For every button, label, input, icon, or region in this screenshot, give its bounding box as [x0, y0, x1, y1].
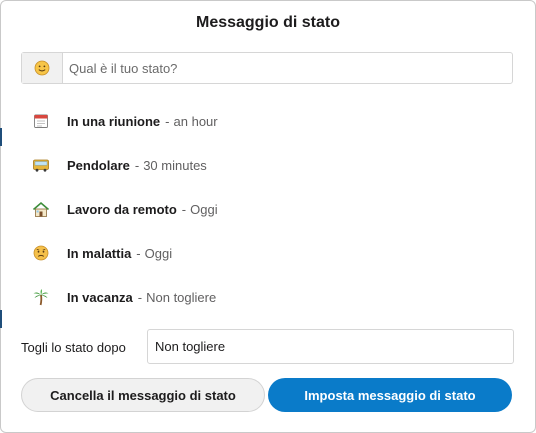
preset-name: Lavoro da remoto — [67, 201, 177, 217]
preset-duration: Oggi — [190, 201, 218, 217]
preset-name: In vacanza — [67, 289, 133, 305]
sick-face-icon — [30, 242, 52, 264]
preset-duration: an hour — [173, 113, 218, 129]
bus-icon — [30, 154, 52, 176]
preset-duration: Oggi — [144, 245, 173, 261]
preset-name: Pendolare — [67, 157, 130, 173]
clear-after-select[interactable]: Non togliere — [147, 329, 514, 364]
background-edge-mark — [0, 128, 2, 146]
preset-duration: 30 minutes — [143, 157, 207, 173]
clear-status-button[interactable]: Cancella il messaggio di stato — [21, 378, 265, 412]
preset-in-una-riunione[interactable]: In una riunione - an hour — [30, 109, 218, 133]
preset-pendolare[interactable]: Pendolare - 30 minutes — [30, 153, 207, 177]
preset-in-malattia[interactable]: In malattia - Oggi — [30, 241, 172, 265]
clear-after-label: Togli lo stato dopo — [21, 340, 126, 355]
dialog-title: Messaggio di stato — [195, 14, 341, 31]
palm-tree-icon — [30, 286, 52, 308]
slightly-smiling-face-icon — [34, 60, 50, 76]
calendar-icon — [30, 110, 52, 132]
house-icon — [30, 198, 52, 220]
set-status-button[interactable]: Imposta messaggio di stato — [268, 378, 512, 412]
status-search — [21, 52, 513, 84]
preset-separator: - — [136, 245, 141, 261]
preset-name: In malattia — [67, 245, 132, 261]
background-edge-mark — [0, 310, 2, 328]
emoji-picker-button[interactable] — [22, 53, 63, 83]
preset-in-vacanza[interactable]: In vacanza - Non togliere — [30, 285, 216, 309]
status-input[interactable] — [63, 53, 512, 83]
preset-separator: - — [181, 201, 187, 217]
preset-name: In una riunione — [67, 113, 161, 129]
preset-lavoro-da-remoto[interactable]: Lavoro da remoto - Oggi — [30, 197, 218, 221]
preset-separator: - — [137, 289, 143, 305]
preset-separator: - — [165, 113, 170, 129]
preset-separator: - — [134, 157, 140, 173]
preset-duration: Non togliere — [146, 289, 217, 305]
